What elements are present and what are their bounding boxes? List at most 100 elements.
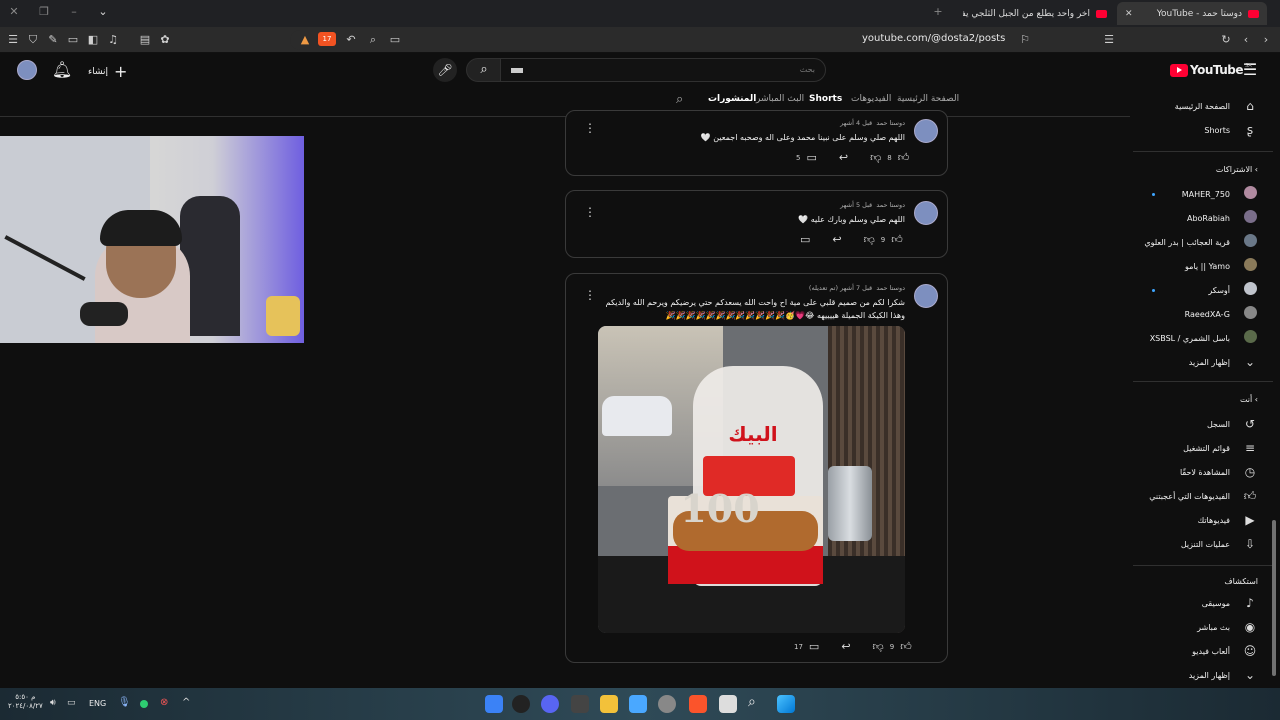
restore-window-icon[interactable]: ❐ bbox=[36, 5, 52, 18]
extension-icon[interactable]: ✎ bbox=[44, 31, 62, 49]
create-button[interactable]: إنشاء + bbox=[88, 62, 127, 81]
post-time[interactable]: قبل 7 أشهر (تم تعديله) bbox=[809, 284, 872, 292]
taskview-icon[interactable] bbox=[719, 695, 737, 713]
tab-live[interactable]: البث المباشر bbox=[756, 94, 804, 104]
tab-videos[interactable]: الفيديوهات bbox=[851, 94, 891, 104]
explore-item[interactable]: إظهار المزيد ⌄ bbox=[1140, 664, 1260, 686]
shield-icon[interactable]: ⛉ bbox=[24, 31, 42, 49]
taskbar-app-icon[interactable] bbox=[658, 695, 676, 713]
close-tab-icon[interactable]: ✕ bbox=[1125, 9, 1133, 19]
post-author[interactable]: دوستا حمد bbox=[876, 284, 905, 292]
like-icon[interactable]: 👍︎ bbox=[900, 640, 912, 653]
reload-icon[interactable]: ↻ bbox=[1217, 31, 1235, 49]
post-author[interactable]: دوستا حمد bbox=[876, 119, 905, 127]
share-icon[interactable]: ↩ bbox=[839, 151, 848, 164]
sidebar-item-home[interactable]: الصفحة الرئيسية ⌂ bbox=[1140, 95, 1260, 117]
tray-app-icon[interactable]: ⊗ bbox=[160, 697, 168, 708]
volume-icon[interactable]: 🔊︎ bbox=[50, 698, 56, 708]
dislike-icon[interactable]: 👎︎ bbox=[873, 640, 884, 653]
subscriptions-item[interactable]: XSBSL / باسل الشمري bbox=[1140, 327, 1260, 349]
voice-search-icon[interactable]: 🎤︎ bbox=[433, 58, 457, 82]
comment-icon[interactable]: ▭ bbox=[809, 640, 819, 653]
reader-icon[interactable]: ▤ bbox=[136, 31, 154, 49]
author-avatar[interactable] bbox=[914, 201, 938, 225]
taskbar-search-icon[interactable]: ⌕ bbox=[748, 694, 756, 710]
subscriptions-item[interactable]: MAHER_750 bbox=[1140, 183, 1260, 205]
keyboard-icon[interactable] bbox=[511, 68, 523, 73]
new-tab-icon[interactable]: + bbox=[930, 5, 946, 18]
dislike-icon[interactable]: 👎︎ bbox=[864, 233, 875, 246]
post-time[interactable]: قبل 5 أشهر bbox=[840, 201, 872, 209]
sidebar-scrollbar[interactable] bbox=[1272, 520, 1276, 676]
status-dot-icon[interactable] bbox=[140, 700, 148, 708]
forward-icon[interactable]: › bbox=[1257, 31, 1275, 49]
share-icon[interactable]: ↩ bbox=[832, 233, 841, 246]
share-icon[interactable]: ↩ bbox=[841, 640, 850, 653]
brave-rewards-icon[interactable]: ▲ bbox=[296, 31, 314, 49]
you-heading[interactable]: أنت ‹ bbox=[1140, 395, 1258, 404]
wallet-icon[interactable]: ▭ bbox=[64, 31, 82, 49]
explore-item[interactable]: ألعاب فيديو ☺ bbox=[1140, 640, 1260, 662]
you-item[interactable]: الفيديوهات التي أعجبتني 👍︎ bbox=[1140, 485, 1260, 507]
tab-posts[interactable]: المنشورات bbox=[708, 94, 756, 104]
subscriptions-item[interactable]: إظهار المزيد ⌄ bbox=[1140, 351, 1260, 373]
like-icon[interactable]: 👍︎ bbox=[898, 151, 910, 164]
subscriptions-item[interactable]: AboRabiah bbox=[1140, 207, 1260, 229]
sidebar-item-shorts[interactable]: Shorts ʂ bbox=[1140, 119, 1260, 141]
comment-icon[interactable]: ▭ bbox=[800, 233, 810, 246]
share-icon[interactable]: ↶ bbox=[342, 31, 360, 49]
dislike-icon[interactable]: 👎︎ bbox=[870, 151, 881, 164]
zoom-icon[interactable]: ⌕ bbox=[364, 31, 382, 49]
subscriptions-item[interactable]: قرية العجائب | بدر العلوي bbox=[1140, 231, 1260, 253]
brave-shield-icon[interactable]: 17 bbox=[318, 32, 336, 46]
author-avatar[interactable] bbox=[914, 284, 938, 308]
store-icon[interactable] bbox=[629, 695, 647, 713]
you-item[interactable]: عمليات التنزيل ⇩ bbox=[1140, 533, 1260, 555]
explore-item[interactable]: موسيقى ♪ bbox=[1140, 592, 1260, 614]
post-menu-icon[interactable]: ⋮ bbox=[584, 288, 596, 302]
you-item[interactable]: فيديوهاتك ▶ bbox=[1140, 509, 1260, 531]
post-menu-icon[interactable]: ⋮ bbox=[584, 121, 596, 135]
like-icon[interactable]: 👍︎ bbox=[891, 233, 903, 246]
close-window-icon[interactable]: ✕ bbox=[6, 5, 22, 18]
tray-expand-icon[interactable]: ^ bbox=[182, 697, 190, 708]
you-item[interactable]: قوائم التشغيل ≡ bbox=[1140, 437, 1260, 459]
post-menu-icon[interactable]: ⋮ bbox=[584, 205, 596, 219]
taskbar-app-icon[interactable] bbox=[485, 695, 503, 713]
microphone-icon[interactable]: 🎙︎ bbox=[118, 697, 131, 708]
explore-item[interactable]: بث مباشر ◉ bbox=[1140, 616, 1260, 638]
cast-icon[interactable]: ▭ bbox=[386, 31, 404, 49]
minimize-window-icon[interactable]: – bbox=[66, 5, 82, 18]
you-item[interactable]: السجل ↺ bbox=[1140, 413, 1260, 435]
tab-home[interactable]: الصفحة الرئيسية bbox=[897, 94, 959, 104]
tab-shorts[interactable]: Shorts bbox=[809, 94, 842, 104]
network-icon[interactable]: ▭ bbox=[67, 698, 76, 708]
sidebar-icon[interactable]: ◧ bbox=[84, 31, 102, 49]
brave-browser-icon[interactable] bbox=[689, 695, 707, 713]
post-image[interactable]: البيك 100 bbox=[598, 326, 905, 633]
clock[interactable]: م ٥:٥٠ ٢٠٢٤/٠٨/٢٧ bbox=[8, 693, 43, 711]
taskbar-app-icon[interactable] bbox=[512, 695, 530, 713]
taskbar-app-icon[interactable] bbox=[571, 695, 589, 713]
post-time[interactable]: قبل 4 أشهر bbox=[840, 119, 872, 127]
back-icon[interactable]: ‹ bbox=[1237, 31, 1255, 49]
menu-icon[interactable]: ☰ bbox=[4, 31, 22, 49]
you-item[interactable]: المشاهدة لاحقًا ◷ bbox=[1140, 461, 1260, 483]
account-avatar[interactable] bbox=[17, 60, 37, 80]
subscriptions-item[interactable]: RaeedXA-G bbox=[1140, 303, 1260, 325]
notifications-bell-icon[interactable]: 🔔︎ bbox=[50, 58, 74, 82]
author-avatar[interactable] bbox=[914, 119, 938, 143]
bookmark-icon[interactable]: ⚐ bbox=[1016, 31, 1034, 49]
youtube-logo[interactable]: YouTube SA bbox=[1170, 63, 1252, 77]
start-button-icon[interactable] bbox=[777, 695, 795, 713]
tab-inactive[interactable]: آخر واحد يطلع من الجبل الثلجي يفوز ب bbox=[955, 2, 1115, 25]
language-indicator[interactable]: ENG bbox=[89, 699, 106, 708]
discord-icon[interactable] bbox=[541, 695, 559, 713]
puzzle-icon[interactable]: ✿ bbox=[156, 31, 174, 49]
subscriptions-item[interactable]: يامو || Yamo bbox=[1140, 255, 1260, 277]
list-icon[interactable]: ☰ bbox=[1100, 31, 1118, 49]
tab-active[interactable]: دوستا حمد - YouTube ✕ bbox=[1117, 2, 1267, 25]
search-input[interactable]: بحث bbox=[500, 58, 826, 82]
post-author[interactable]: دوستا حمد bbox=[876, 201, 905, 209]
channel-search-icon[interactable]: ⌕ bbox=[676, 92, 683, 107]
